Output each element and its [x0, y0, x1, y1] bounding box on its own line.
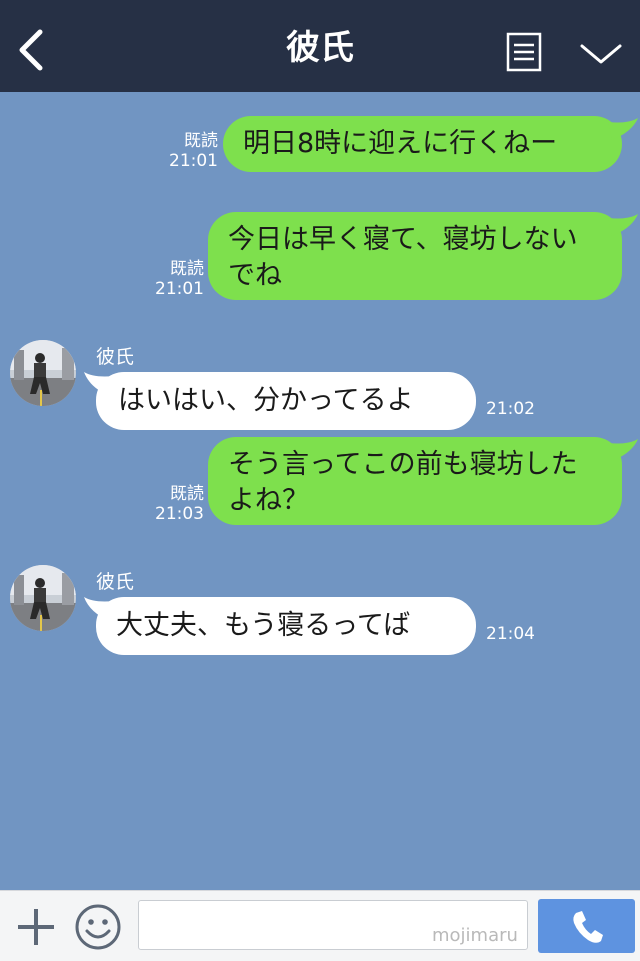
plus-icon: [18, 909, 54, 945]
menu-button[interactable]: [506, 32, 542, 72]
message-text: はいはい、分かってるよ: [118, 385, 414, 416]
message-meta: 既読 21:03: [150, 484, 204, 524]
collapse-button[interactable]: [578, 36, 624, 70]
phone-icon: [573, 911, 603, 943]
back-button[interactable]: [12, 26, 52, 74]
sent-message-bubble[interactable]: そう言ってこの前も寝坊したよね？: [208, 437, 622, 525]
chat-header: 彼氏: [0, 0, 640, 92]
sent-message-bubble[interactable]: 今日は早く寝て、寝坊しないでね: [208, 212, 622, 300]
contact-avatar[interactable]: [10, 340, 76, 406]
read-receipt: 既読: [170, 259, 204, 279]
message-time: 21:01: [155, 279, 204, 299]
received-message-bubble[interactable]: はいはい、分かってるよ: [96, 372, 476, 430]
avatar-photo: [10, 565, 76, 631]
chat-title: 彼氏: [286, 28, 354, 68]
chevron-down-icon: [580, 44, 622, 64]
message-time: 21:01: [169, 151, 218, 171]
message-time: 21:03: [155, 504, 204, 524]
read-receipt: 既読: [184, 131, 218, 151]
chevron-left-icon: [19, 29, 43, 71]
read-receipt: 既読: [170, 484, 204, 504]
message-meta: 既読 21:01: [150, 259, 204, 299]
message-time: 21:04: [486, 624, 535, 644]
avatar-photo: [10, 340, 76, 406]
received-message-bubble[interactable]: 大丈夫、もう寝るってば: [96, 597, 476, 655]
composer-bar: mojimaru: [0, 890, 640, 961]
emoji-button[interactable]: [74, 903, 122, 951]
message-text: 明日8時に迎えに行くねー: [243, 128, 558, 159]
bubble-tail: [608, 214, 638, 236]
bubble-tail: [608, 118, 638, 140]
add-button[interactable]: [14, 905, 58, 949]
sender-name: 彼氏: [96, 571, 135, 593]
message-text: 今日は早く寝て、寝坊しないでね: [228, 224, 578, 291]
bubble-tail: [608, 439, 638, 461]
message-meta: 既読 21:01: [164, 131, 218, 171]
sender-name: 彼氏: [96, 346, 135, 368]
message-text: 大丈夫、もう寝るってば: [116, 610, 411, 641]
list-icon: [506, 32, 542, 72]
call-button[interactable]: [538, 899, 635, 953]
sent-message-bubble[interactable]: 明日8時に迎えに行くねー: [223, 116, 622, 172]
message-text: そう言ってこの前も寝坊したよね？: [228, 449, 578, 516]
smiley-icon: [75, 904, 121, 950]
message-input[interactable]: [138, 900, 528, 950]
message-time: 21:02: [486, 399, 535, 419]
contact-avatar[interactable]: [10, 565, 76, 631]
